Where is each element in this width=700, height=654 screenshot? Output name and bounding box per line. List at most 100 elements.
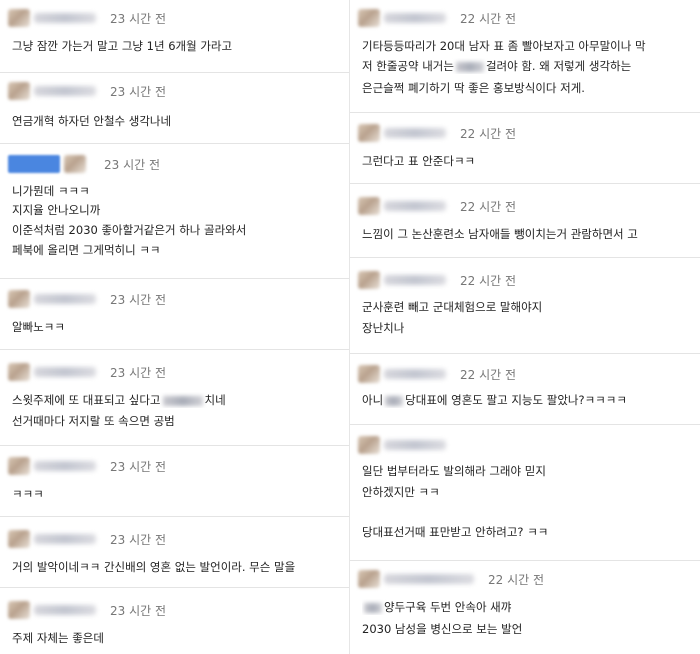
timestamp: 23 시간 전 (104, 157, 161, 172)
comment-item: 22 시간 전 느낌이 그 논산훈련소 남자애들 뺑이치는거 관람하면서 고 (350, 184, 700, 258)
comment-text: 주제 자체는 좋은데 (12, 631, 104, 645)
comment-text-part: 양두구육 두번 안속아 새꺄 (384, 600, 512, 614)
comment-item: 22 시간 전 기타등등따리가 20대 남자 표 좀 빨아보자고 아무말이나 막… (350, 0, 700, 113)
timestamp: 23 시간 전 (110, 365, 167, 380)
avatar[interactable] (358, 570, 380, 588)
blurred-username[interactable] (34, 605, 96, 615)
avatar[interactable] (64, 155, 86, 173)
timestamp: 22 시간 전 (460, 273, 517, 288)
comment-item: 23 시간 전 알빠노ㅋㅋ (0, 279, 349, 350)
comment-text: 아니 당대표에 영혼도 팔고 지능도 팔았나?ㅋㅋㅋㅋ (362, 392, 692, 408)
comment-text: 지지율 안나오니까 (12, 203, 101, 217)
blurred-badge (8, 155, 60, 173)
comment-item: 22 시간 전 양두구육 두번 안속아 새꺄 2030 남성을 병신으로 보는 … (350, 561, 700, 654)
blurred-username[interactable] (34, 461, 96, 471)
timestamp: 22 시간 전 (460, 367, 517, 382)
avatar[interactable] (8, 82, 30, 100)
comment-item: 22 시간 전 아니 당대표에 영혼도 팔고 지능도 팔았나?ㅋㅋㅋㅋ (350, 354, 700, 425)
avatar[interactable] (358, 271, 380, 289)
avatar[interactable] (8, 457, 30, 475)
blurred-username[interactable] (34, 534, 96, 544)
comment-header: 23 시간 전 (8, 289, 166, 309)
comment-item: 23 시간 전 연금개혁 하자던 안철수 생각나네 (0, 73, 349, 144)
timestamp: 23 시간 전 (110, 292, 167, 307)
comment-text: 느낌이 그 논산훈련소 남자애들 뺑이치는거 관람하면서 고 (362, 227, 638, 241)
avatar[interactable] (8, 9, 30, 27)
avatar[interactable] (8, 290, 30, 308)
comment-text: 2030 남성을 병신으로 보는 발언 (362, 622, 523, 636)
blurred-username[interactable] (34, 367, 96, 377)
avatar[interactable] (358, 124, 380, 142)
comment-text: 그냥 잠깐 가는거 말고 그냥 1년 6개월 가라고 (12, 39, 233, 53)
avatar[interactable] (358, 436, 380, 454)
comment-item: 23 시간 전 ㅋㅋㅋ (0, 446, 349, 517)
redacted-text (364, 602, 382, 613)
comment-item: 23 시간 전 주제 자체는 좋은데 (0, 588, 349, 654)
blurred-username[interactable] (384, 369, 446, 379)
comment-header: 23 시간 전 (8, 8, 166, 28)
blurred-username[interactable] (384, 275, 446, 285)
comment-item: 22 시간 전 그런다고 표 안준다ㅋㅋ (350, 113, 700, 184)
comment-text-part: 아니 (362, 393, 384, 407)
redacted-text (162, 395, 203, 406)
timestamp: 22 시간 전 (460, 126, 517, 141)
blurred-username[interactable] (34, 86, 96, 96)
blurred-username[interactable] (34, 294, 96, 304)
comment-text-part: 걸려야 함. 왜 저렇게 생각하는 (485, 59, 632, 73)
comment-text: 그런다고 표 안준다ㅋㅋ (362, 154, 476, 168)
blurred-username[interactable] (384, 201, 446, 211)
redacted-text (385, 395, 404, 406)
blurred-username[interactable] (384, 440, 446, 450)
blurred-username[interactable] (384, 574, 474, 584)
avatar[interactable] (8, 601, 30, 619)
comment-item: 일단 법부터라도 발의해라 그래야 믿지 안하겠지만 ㅋㅋ 당대표선거때 표만받… (350, 425, 700, 561)
comment-text: 당대표선거때 표만받고 안하려고? ㅋㅋ (362, 525, 549, 539)
avatar[interactable] (358, 197, 380, 215)
comment-text-part: 치네 (204, 393, 226, 407)
avatar[interactable] (8, 530, 30, 548)
comment-header: 23 시간 전 (8, 154, 160, 174)
timestamp: 23 시간 전 (110, 603, 167, 618)
comment-text-part: 스윗주제에 또 대표되고 싶다고 (12, 393, 161, 407)
comment-text: 니가뭔데 ㅋㅋㅋ (12, 184, 90, 198)
comment-header: 23 시간 전 (8, 456, 166, 476)
comment-text: 장난치나 (362, 321, 405, 335)
comment-header: 23 시간 전 (8, 362, 166, 382)
timestamp: 23 시간 전 (110, 532, 167, 547)
comment-text: 페북에 올리면 그게먹히니 ㅋㅋ (12, 243, 161, 257)
comment-text: 안하겠지만 ㅋㅋ (362, 485, 440, 499)
avatar[interactable] (8, 363, 30, 381)
comment-item: 22 시간 전 군사훈련 빼고 군대체험으로 말해야지 장난치나 (350, 258, 700, 354)
comment-header: 22 시간 전 (358, 196, 516, 216)
comment-text: 군사훈련 빼고 군대체험으로 말해야지 (362, 300, 543, 314)
comment-item: 23 시간 전 니가뭔데 ㅋㅋㅋ 지지율 안나오니까 이준석처럼 2030 좋아… (0, 144, 349, 279)
blurred-username[interactable] (384, 128, 446, 138)
comment-text: ㅋㅋㅋ (12, 487, 44, 501)
timestamp: 22 시간 전 (488, 572, 545, 587)
avatar[interactable] (358, 365, 380, 383)
comment-text: 스윗주제에 또 대표되고 싶다고 치네 (12, 392, 341, 408)
comment-header: 22 시간 전 (358, 569, 544, 589)
comment-feed: 23 시간 전 그냥 잠깐 가는거 말고 그냥 1년 6개월 가라고 23 시간… (0, 0, 700, 654)
comment-text: 은근슬쩍 폐기하기 딱 좋은 홍보방식이다 저게. (362, 81, 585, 95)
comment-header: 22 시간 전 (358, 364, 516, 384)
comment-header: 22 시간 전 (358, 270, 516, 290)
comment-header (358, 435, 446, 455)
comment-header: 23 시간 전 (8, 600, 166, 620)
comment-text: 거의 발악이네ㅋㅋ 간신배의 영혼 없는 발언이라. 무슨 말을 (12, 560, 296, 574)
avatar[interactable] (358, 9, 380, 27)
comment-text: 양두구육 두번 안속아 새꺄 (362, 599, 692, 615)
comment-text: 일단 법부터라도 발의해라 그래야 믿지 (362, 464, 546, 478)
blurred-username[interactable] (384, 13, 446, 23)
comment-text: 기타등등따리가 20대 남자 표 좀 빨아보자고 아무말이나 막 (362, 39, 646, 53)
timestamp: 23 시간 전 (110, 459, 167, 474)
comment-text-part: 당대표에 영혼도 팔고 지능도 팔았나?ㅋㅋㅋㅋ (405, 393, 627, 407)
comment-header: 23 시간 전 (8, 529, 166, 549)
comment-item: 23 시간 전 그냥 잠깐 가는거 말고 그냥 1년 6개월 가라고 (0, 0, 349, 73)
comment-text: 저 한줄공약 내거는 걸려야 함. 왜 저렇게 생각하는 (362, 58, 692, 74)
blurred-username[interactable] (34, 13, 96, 23)
comment-header: 22 시간 전 (358, 8, 516, 28)
comment-item: 23 시간 전 스윗주제에 또 대표되고 싶다고 치네 선거때마다 저지랄 또 속… (0, 350, 349, 446)
comment-header: 22 시간 전 (358, 123, 516, 143)
comment-text-part: 저 한줄공약 내거는 (362, 59, 454, 73)
